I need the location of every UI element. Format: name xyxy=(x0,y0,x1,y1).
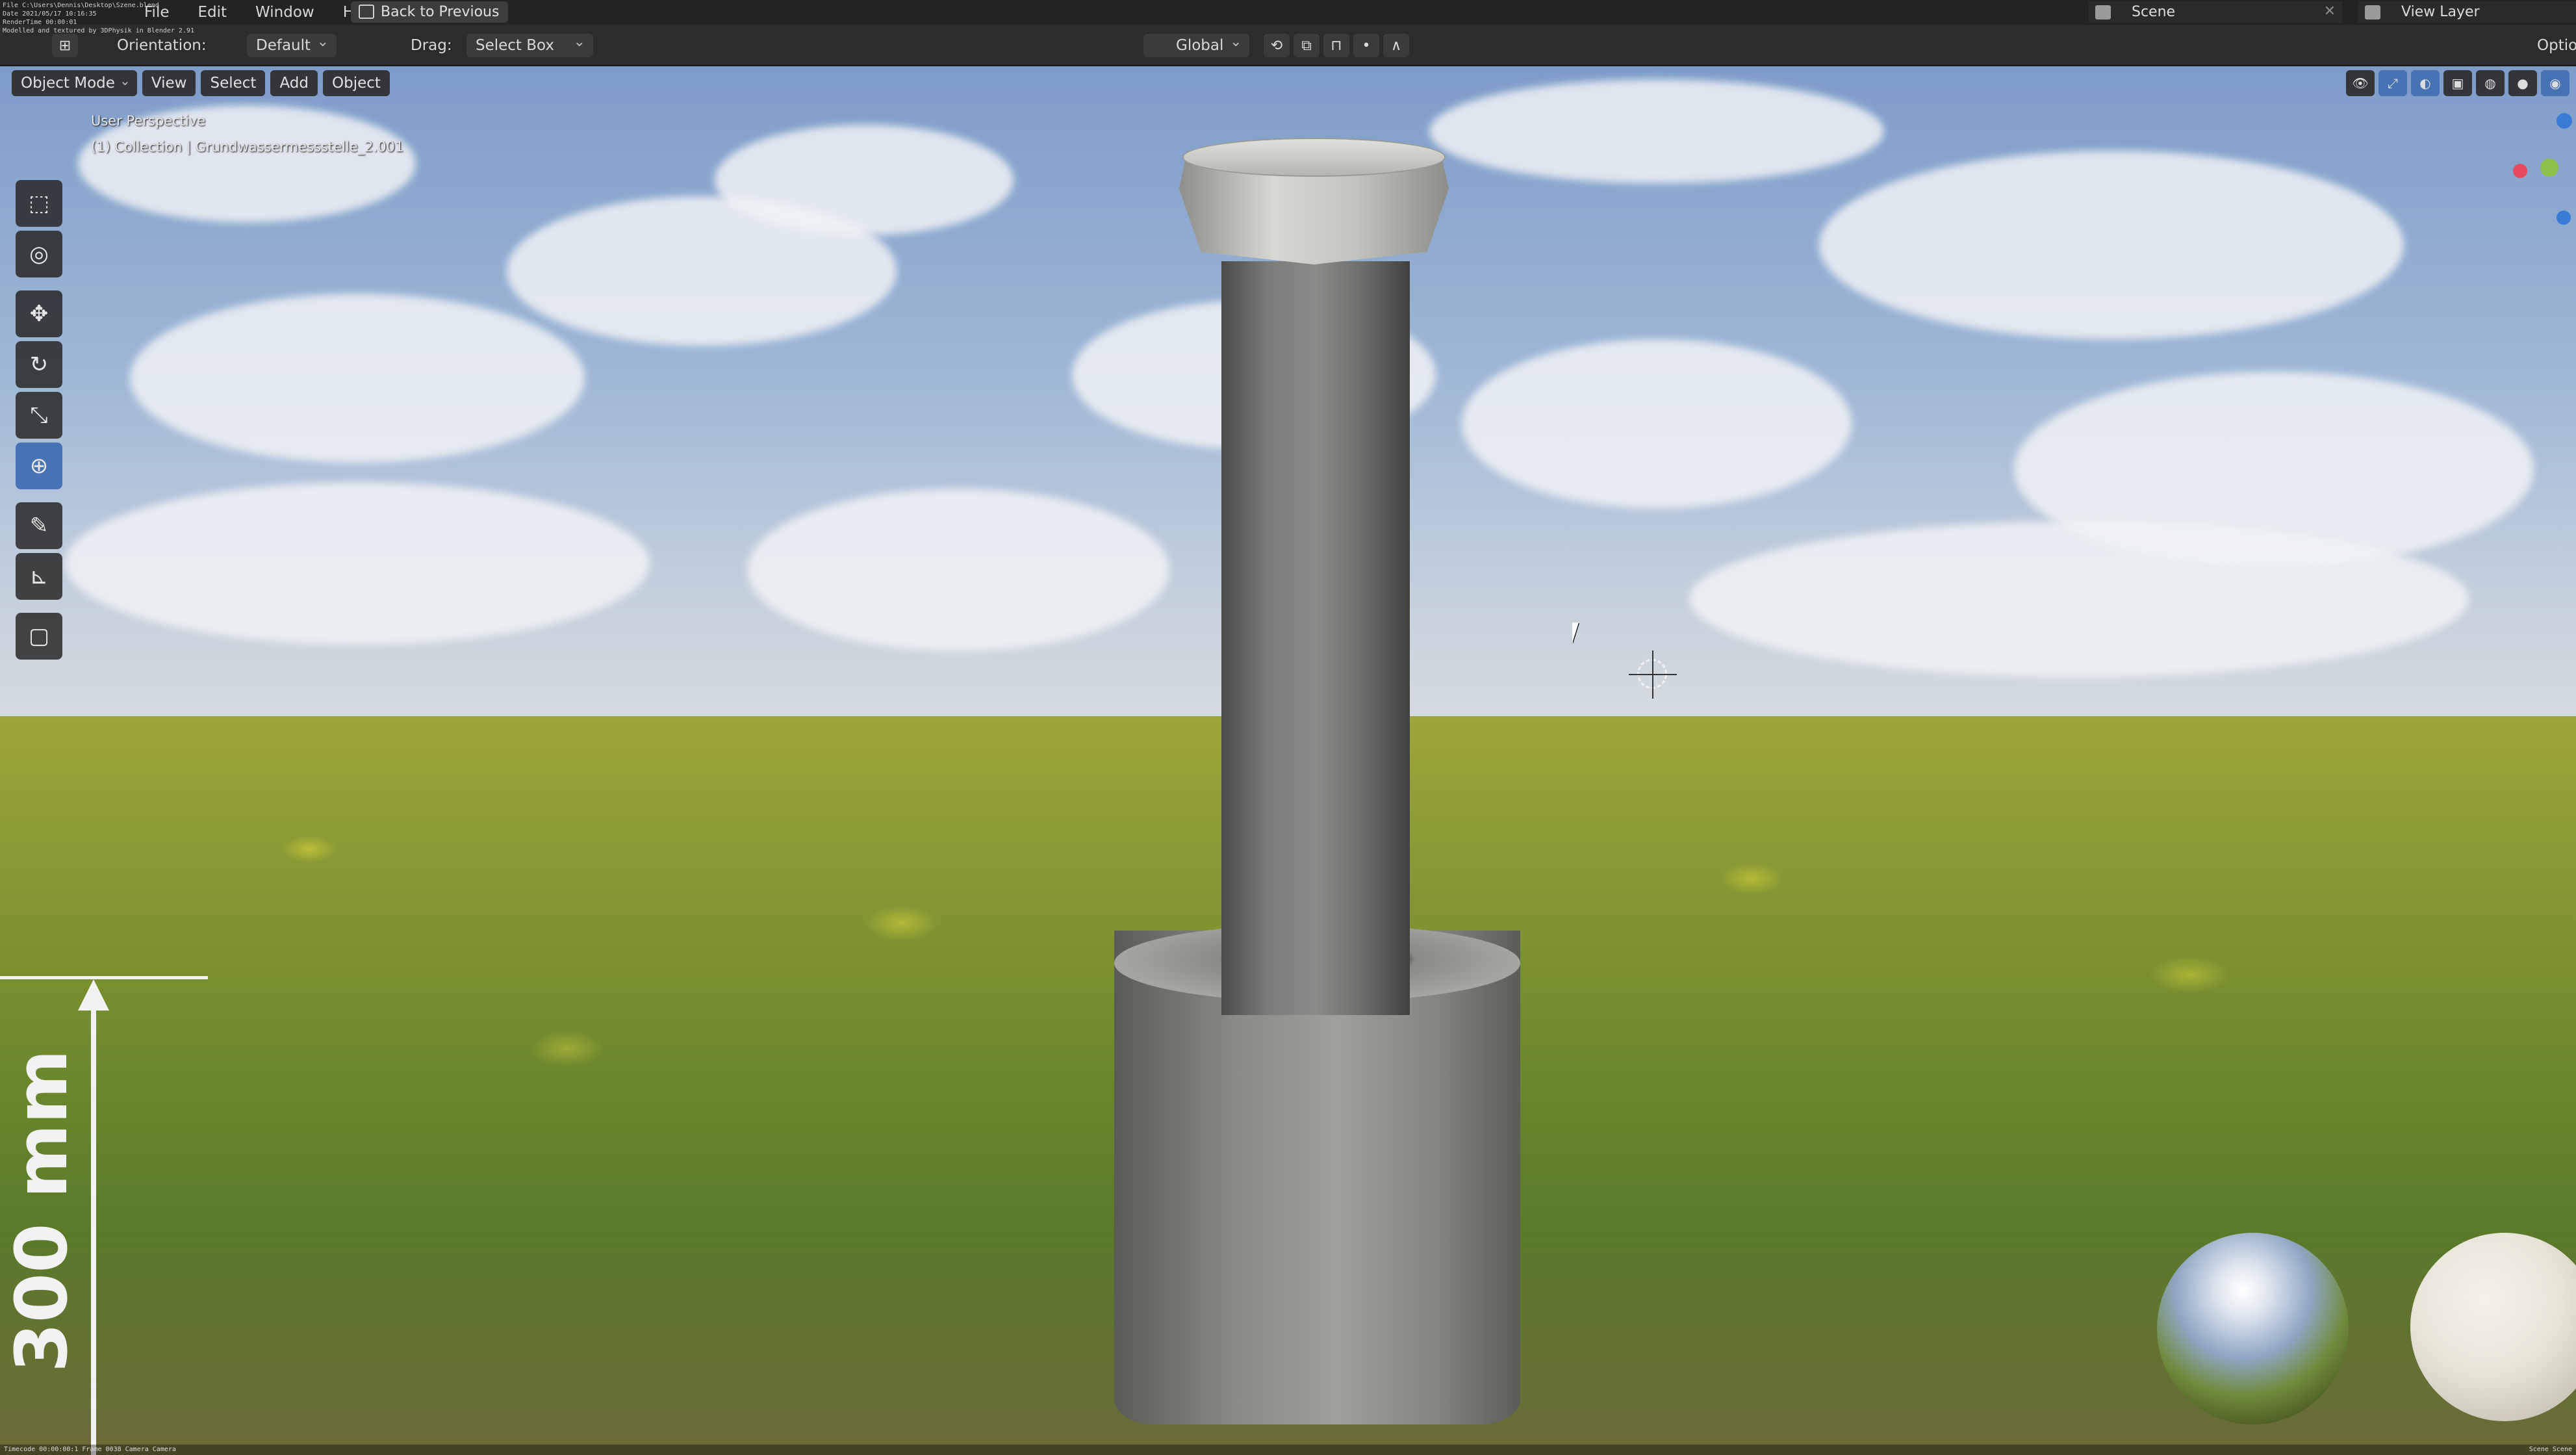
transform-orientation-dropdown[interactable]: Global xyxy=(1143,34,1250,57)
transform-pivot-icon[interactable]: ⊞ xyxy=(52,34,78,57)
transform-orientation-wrap: Global xyxy=(1143,34,1250,57)
view-layer-icon xyxy=(2365,5,2380,19)
scale-icon[interactable]: ⤡ xyxy=(16,392,62,439)
material-preview-icon[interactable]: ◉ xyxy=(2541,70,2570,96)
select-box-icon[interactable]: ⬚ xyxy=(16,180,62,227)
proportional-edit-icon[interactable]: • xyxy=(1353,34,1379,57)
options-button[interactable]: Options xyxy=(2537,37,2576,54)
rotate-icon[interactable]: ↻ xyxy=(16,341,62,388)
scene-icon xyxy=(2095,5,2111,19)
top-menu-bar: File C:\Users\Dennis\Desktop\Szene.blend… xyxy=(0,0,2576,34)
drag-label-wrap: Drag: xyxy=(411,34,452,57)
hdri-preview-sphere xyxy=(2157,1233,2349,1424)
menu-object[interactable]: Object xyxy=(322,70,390,96)
snapping-group: ⟲ ⧉ ⊓ • ∧ xyxy=(1264,34,1409,57)
add-cube-icon[interactable]: ▢ xyxy=(16,613,62,660)
collection-info: (1) Collection | Grundwassermessstelle_2… xyxy=(91,139,404,155)
move-icon[interactable]: ✥ xyxy=(16,290,62,337)
scale-bar-vertical xyxy=(91,996,96,1455)
cloud xyxy=(1689,521,2469,677)
gizmo-z-axis-icon[interactable] xyxy=(2557,113,2572,129)
cloud xyxy=(1462,339,1852,508)
viewport-header: Object Mode View Select Add Object xyxy=(12,70,390,96)
object-mode-dropdown[interactable]: Object Mode xyxy=(12,70,137,96)
snap-icon[interactable]: ⧉ xyxy=(1294,34,1320,57)
bottom-stamp-left: Timecode 00:00:00:1 Frame 0038 Camera Ca… xyxy=(4,1446,176,1453)
3d-cursor-icon xyxy=(1629,650,1677,699)
view-layer-name: View Layer xyxy=(2401,4,2480,20)
close-icon[interactable]: ✕ xyxy=(2324,3,2336,19)
cloud xyxy=(1429,79,1884,183)
gizmo-x-axis-icon[interactable] xyxy=(2513,164,2527,178)
xray-icon[interactable]: ▣ xyxy=(2443,70,2472,96)
menu-add[interactable]: Add xyxy=(270,70,318,96)
back-to-previous-label: Back to Previous xyxy=(381,4,500,20)
pipe-shaft[interactable] xyxy=(1221,261,1410,1015)
cloud xyxy=(130,294,585,463)
transform-icon[interactable]: ⊕ xyxy=(16,443,62,489)
drag-dropdown-wrap: Select Box xyxy=(466,34,594,57)
menu-file[interactable]: File xyxy=(130,4,184,21)
orientation-label: Orientation: xyxy=(117,37,207,54)
menu-window[interactable]: Window xyxy=(241,4,329,21)
gizmo-toggle-icon[interactable]: ⤢ xyxy=(2378,70,2407,96)
scene-name: Scene xyxy=(2132,4,2176,20)
menu-view[interactable]: View xyxy=(142,70,196,96)
pivot-point-icon[interactable]: ⟲ xyxy=(1264,34,1290,57)
bottom-stamp: Timecode 00:00:00:1 Frame 0038 Camera Ca… xyxy=(0,1445,2576,1455)
3d-viewport[interactable]: Object Mode View Select Add Object 👁 ⤢ ◐… xyxy=(0,66,2576,1455)
gizmo-neg-z-axis-icon[interactable] xyxy=(2557,211,2571,225)
back-to-previous-button[interactable]: Back to Previous xyxy=(351,1,509,23)
menu-edit[interactable]: Edit xyxy=(184,4,242,21)
tool-shelf: ⬚ ◎ ✥ ↻ ⤡ ⊕ ✎ ⊾ ▢ xyxy=(12,180,66,663)
cloud xyxy=(715,125,1014,235)
options-wrap: Options xyxy=(2537,34,2576,57)
tool-settings-header: ⊞ Orientation: Default Drag: Select Box … xyxy=(0,25,2576,66)
cloud xyxy=(1819,151,2404,339)
menu-select[interactable]: Select xyxy=(201,70,266,96)
cloud xyxy=(747,489,1169,651)
scale-label: 300 mm xyxy=(0,1049,83,1372)
viewport-shading-controls: 👁 ⤢ ◐ ▣ ◍ ● ◉ xyxy=(2346,70,2570,96)
solid-shading-icon[interactable]: ● xyxy=(2508,70,2537,96)
orientation-dropdown-wrap: Default xyxy=(247,34,337,57)
wireframe-shading-icon[interactable]: ◍ xyxy=(2476,70,2505,96)
cloud xyxy=(65,482,650,645)
view-layer-selector[interactable]: View Layer xyxy=(2358,1,2576,23)
drag-dropdown[interactable]: Select Box xyxy=(466,34,594,57)
overlay-toggle-icon[interactable]: ◐ xyxy=(2411,70,2440,96)
annotate-icon[interactable]: ✎ xyxy=(16,502,62,549)
gizmo-y-axis-icon[interactable] xyxy=(2540,159,2558,177)
perspective-label: User Perspective xyxy=(91,113,206,129)
pipe-cap-top xyxy=(1182,138,1446,177)
falloff-icon[interactable]: ∧ xyxy=(1383,34,1409,57)
cursor-icon[interactable]: ◎ xyxy=(16,231,62,277)
visibility-icon[interactable]: 👁 xyxy=(2346,70,2375,96)
measure-icon[interactable]: ⊾ xyxy=(16,553,62,600)
mouse-pointer-icon xyxy=(1572,623,1589,643)
orientation-dropdown[interactable]: Default xyxy=(247,34,337,57)
snap-target-icon[interactable]: ⊓ xyxy=(1323,34,1349,57)
drag-label: Drag: xyxy=(411,37,452,54)
orientation-group: ⊞ Orientation: xyxy=(52,34,207,57)
back-icon xyxy=(359,5,374,19)
scene-selector[interactable]: Scene ✕ xyxy=(2089,1,2342,23)
bottom-stamp-right: Scene Scene xyxy=(2529,1446,2572,1453)
